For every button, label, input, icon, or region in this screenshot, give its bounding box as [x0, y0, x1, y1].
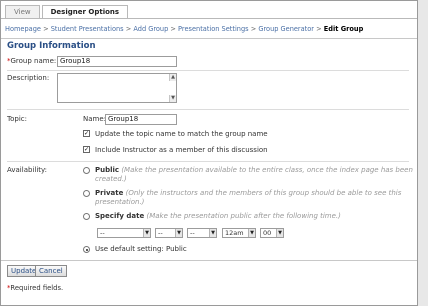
- update-topic-label: Update the topic name to match the group…: [95, 130, 268, 138]
- breadcrumb-group-generator[interactable]: Group Generator: [258, 25, 314, 33]
- date-day-value: --: [158, 229, 163, 237]
- required-fields-text: Required fields.: [10, 284, 64, 292]
- private-hint-continued: presentation.): [95, 198, 145, 206]
- breadcrumb-separator: >: [125, 25, 132, 33]
- breadcrumb-homepage[interactable]: Homepage: [5, 25, 41, 33]
- date-day-select[interactable]: -- ▼: [155, 228, 183, 238]
- private-label: Private: [95, 189, 124, 197]
- topic-name-label: Name:: [83, 115, 107, 123]
- chevron-down-icon: ▼: [143, 229, 150, 237]
- date-year-select[interactable]: -- ▼: [187, 228, 217, 238]
- time-hour-value: 12am: [225, 229, 244, 237]
- specify-date-label: Specify date: [95, 212, 145, 220]
- breadcrumb-separator: >: [170, 25, 176, 33]
- public-hint-continued: created.): [95, 175, 127, 183]
- breadcrumb-add-group[interactable]: Add Group: [133, 25, 168, 33]
- group-name-label-text: Group name:: [10, 57, 57, 65]
- row-divider: [7, 70, 409, 71]
- chevron-down-icon: ▼: [276, 229, 283, 237]
- breadcrumb-current: Edit Group: [323, 25, 364, 33]
- description-label: Description:: [7, 74, 50, 82]
- scroll-up-icon[interactable]: ▲: [169, 74, 176, 81]
- footer-divider: [1, 260, 417, 261]
- date-year-value: --: [190, 229, 195, 237]
- tab-designer-options[interactable]: Designer Options: [41, 5, 129, 19]
- breadcrumb-divider: [1, 38, 417, 39]
- date-month-value: --: [100, 229, 105, 237]
- breadcrumb-separator: >: [43, 25, 49, 33]
- include-instructor-checkbox[interactable]: ✓: [83, 146, 90, 153]
- description-textarea[interactable]: ▲ ▼: [57, 73, 177, 103]
- specify-date-hint: (Make the presentation public after the …: [146, 212, 341, 220]
- tab-divider: [1, 18, 417, 19]
- tab-view[interactable]: View: [5, 5, 40, 19]
- section-title: Group Information: [7, 41, 96, 51]
- default-setting-label: Use default setting: Public: [95, 245, 187, 253]
- chevron-down-icon: ▼: [209, 229, 216, 237]
- time-hour-select[interactable]: 12am ▼: [222, 228, 256, 238]
- private-hint: (Only the instructors and the members of…: [125, 189, 402, 197]
- public-hint: (Make the presentation available to the …: [121, 166, 413, 174]
- include-instructor-label: Include Instructor as a member of this d…: [95, 146, 268, 154]
- update-topic-checkbox[interactable]: ✓: [83, 130, 90, 137]
- specify-date-radio[interactable]: [83, 213, 90, 220]
- row-divider: [7, 161, 409, 162]
- breadcrumb-separator: >: [250, 25, 257, 33]
- group-name-label: *Group name:: [7, 57, 56, 65]
- date-month-select[interactable]: -- ▼: [97, 228, 151, 238]
- topic-name-input[interactable]: Group18: [105, 114, 177, 125]
- specify-date-option: Specify date (Make the presentation publ…: [95, 212, 341, 220]
- required-fields-note: *Required fields.: [7, 284, 63, 292]
- public-label: Public: [95, 166, 120, 174]
- breadcrumb-student-presentations[interactable]: Student Presentations: [51, 25, 124, 33]
- tab-bar: View Designer Options: [5, 5, 129, 19]
- private-option: Private (Only the instructors and the me…: [95, 189, 401, 197]
- scroll-down-icon[interactable]: ▼: [169, 95, 176, 102]
- availability-label: Availability:: [7, 166, 48, 174]
- chevron-down-icon: ▼: [175, 229, 182, 237]
- time-minute-value: 00: [263, 229, 272, 237]
- private-radio[interactable]: [83, 190, 90, 197]
- public-option: Public (Make the presentation available …: [95, 166, 413, 174]
- breadcrumb-separator: >: [316, 25, 322, 33]
- cancel-button[interactable]: Cancel: [35, 265, 67, 277]
- public-radio[interactable]: [83, 167, 90, 174]
- breadcrumb: Homepage > Student Presentations > Add G…: [5, 22, 415, 36]
- group-name-input[interactable]: Group18: [57, 56, 177, 67]
- breadcrumb-presentation-settings[interactable]: Presentation Settings: [178, 25, 249, 33]
- row-divider: [7, 109, 409, 110]
- time-minute-select[interactable]: 00 ▼: [260, 228, 284, 238]
- chevron-down-icon: ▼: [248, 229, 255, 237]
- default-setting-radio[interactable]: [83, 246, 90, 253]
- app-frame: View Designer Options Homepage > Student…: [0, 0, 418, 306]
- topic-label: Topic:: [7, 115, 27, 123]
